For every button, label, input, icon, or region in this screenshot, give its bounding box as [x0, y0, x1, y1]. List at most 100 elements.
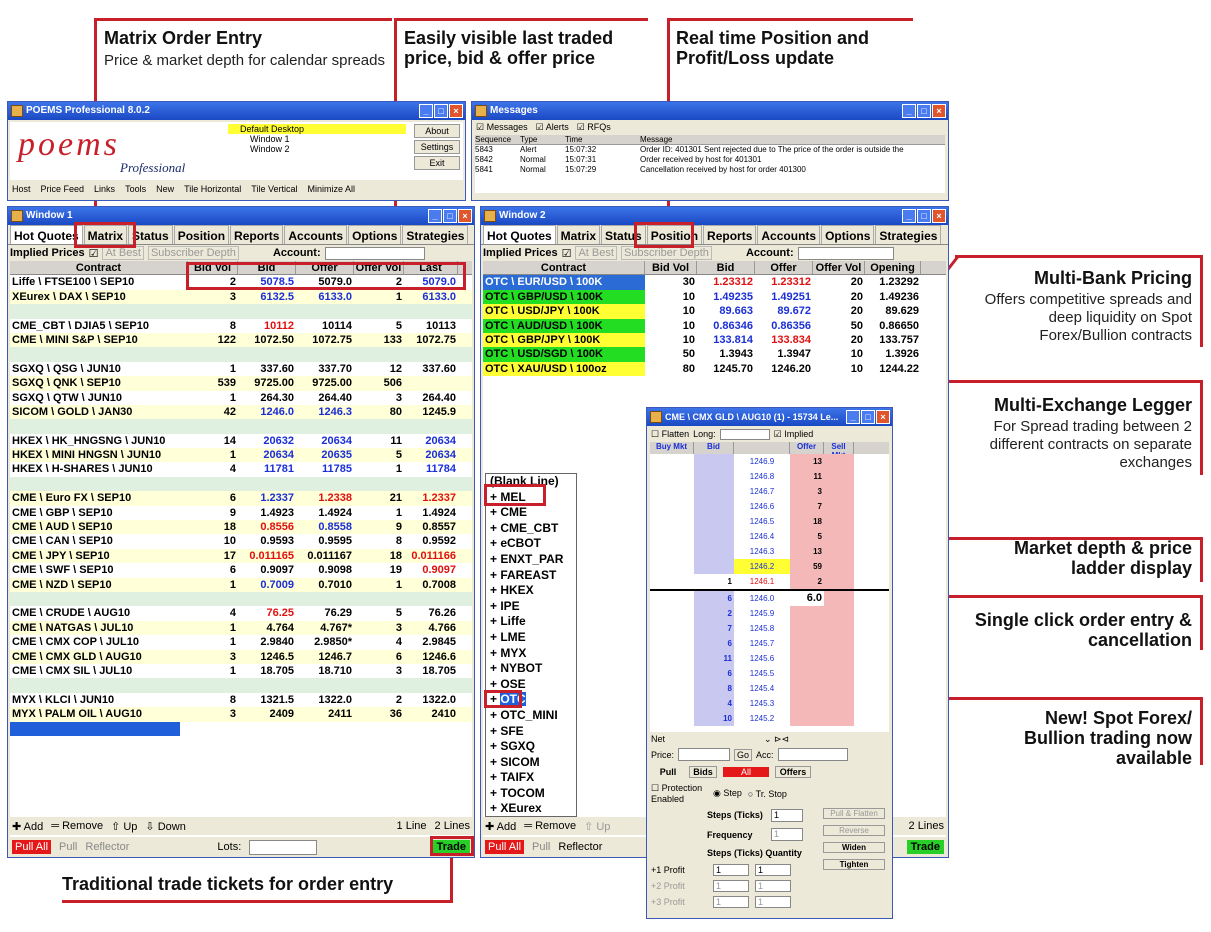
- two-lines-button[interactable]: 2 Lines: [909, 820, 944, 832]
- expand-icon[interactable]: +: [490, 599, 500, 613]
- table-row[interactable]: OTC \ EUR/USD \ 100K 30 1.23312 1.23312 20 1.…: [483, 275, 946, 290]
- offer-cell[interactable]: [790, 666, 824, 681]
- account-select[interactable]: [324, 246, 425, 260]
- up-button[interactable]: ⇧ Up: [584, 820, 610, 833]
- buy-mkt-cell[interactable]: [650, 711, 694, 726]
- profit-row[interactable]: +2 Profit 1 1: [651, 878, 791, 894]
- exchange-item-xeurex[interactable]: + XEurex: [486, 801, 576, 817]
- tab-matrix[interactable]: Matrix: [556, 225, 601, 244]
- bid-cell[interactable]: [694, 454, 734, 469]
- subscriber-depth-button[interactable]: Subscriber Depth: [620, 246, 712, 260]
- offer-cell[interactable]: 6.0: [790, 591, 824, 606]
- sell-mkt-cell[interactable]: [824, 636, 854, 651]
- expand-icon[interactable]: +: [490, 552, 500, 566]
- bid-cell[interactable]: [694, 499, 734, 514]
- table-row[interactable]: [10, 304, 472, 319]
- pull-flatten-button[interactable]: Pull & Flatten: [823, 808, 885, 819]
- bid-cell[interactable]: 6: [694, 666, 734, 681]
- table-row[interactable]: OTC \ USD/SGD \ 100K 50 1.3943 1.3947 10 1.39…: [483, 347, 946, 362]
- maximize-icon[interactable]: □: [861, 410, 875, 424]
- exchange-item-otc-mini[interactable]: + OTC_MINI: [486, 708, 576, 724]
- expand-icon[interactable]: +: [490, 536, 500, 550]
- sell-mkt-cell[interactable]: [824, 696, 854, 711]
- implied-checkbox[interactable]: ☑: [562, 247, 572, 260]
- tr-stop-radio[interactable]: ○ Tr. Stop: [748, 789, 787, 799]
- table-row[interactable]: CME \ JPY \ SEP10 17 0.011165 0.011167 18 0.0…: [10, 548, 472, 564]
- pull-all-button[interactable]: Pull All: [485, 840, 525, 854]
- maximize-icon[interactable]: □: [917, 209, 931, 223]
- sell-mkt-cell[interactable]: [824, 529, 854, 544]
- trade-button[interactable]: Trade: [906, 840, 944, 854]
- at-best-button[interactable]: At Best: [575, 246, 617, 260]
- ladder-column-header[interactable]: [734, 442, 790, 454]
- table-row[interactable]: CME \ NZD \ SEP10 1 0.7009 0.7010 1 0.7008: [10, 577, 472, 592]
- ladder-bids-button[interactable]: Bids: [689, 766, 717, 778]
- steps-ticks-input[interactable]: 1: [771, 809, 803, 822]
- exchange-item-ipe[interactable]: + IPE: [486, 599, 576, 615]
- profit-steps-input[interactable]: 1: [713, 864, 749, 876]
- profit-row[interactable]: +1 Profit 1 1: [651, 862, 791, 878]
- expand-icon[interactable]: +: [490, 724, 500, 738]
- table-row[interactable]: CME \ CMX COP \ JUL10 1 2.9840 2.9850* 4 2.98…: [10, 635, 472, 649]
- ladder-row[interactable]: 6 1245.5: [650, 666, 889, 681]
- tighten-button[interactable]: Tighten: [823, 859, 885, 870]
- maximize-icon[interactable]: □: [443, 209, 457, 223]
- expand-icon[interactable]: +: [490, 801, 500, 815]
- table-row[interactable]: [10, 476, 472, 492]
- buy-mkt-cell[interactable]: [650, 681, 694, 696]
- bid-cell[interactable]: [694, 469, 734, 484]
- lots-input[interactable]: [249, 839, 318, 855]
- bid-cell[interactable]: [694, 529, 734, 544]
- buy-mkt-cell[interactable]: [650, 591, 694, 606]
- bid-cell[interactable]: [694, 544, 734, 559]
- ladder-column-header[interactable]: Bid: [694, 442, 734, 454]
- bid-cell[interactable]: 4: [694, 696, 734, 711]
- table-row[interactable]: MYX \ KLCI \ JUN10 8 1321.5 1322.0 2 1322.0: [10, 693, 472, 707]
- reflector-button[interactable]: Reflector: [85, 841, 129, 853]
- tab-strategies[interactable]: Strategies: [402, 225, 469, 244]
- exchange-item-sgxq[interactable]: + SGXQ: [486, 739, 576, 755]
- table-row[interactable]: OTC \ GBP/JPY \ 100K 10 133.814 133.834 20 13…: [483, 332, 946, 348]
- settings-button[interactable]: Settings: [414, 140, 460, 154]
- table-row[interactable]: SICOM \ GOLD \ JAN30 42 1246.0 1246.3 80 1245…: [10, 404, 472, 420]
- tab-options[interactable]: Options: [821, 225, 875, 244]
- ladder-column-header[interactable]: Buy Mkt: [650, 442, 694, 454]
- exchange-item-hkex[interactable]: + HKEX: [486, 583, 576, 599]
- step-radio[interactable]: ◉ Step: [713, 788, 742, 799]
- tab-options[interactable]: Options: [348, 225, 402, 244]
- tab-reports[interactable]: Reports: [703, 225, 757, 244]
- acc-select[interactable]: [777, 748, 848, 761]
- message-row[interactable]: 5843 Alert 15:07:32 Order ID: 401301 Sent r…: [475, 145, 945, 155]
- protection-checkbox[interactable]: ☐ Protection Enabled: [651, 783, 707, 804]
- ladder-row[interactable]: 7 1245.8: [650, 621, 889, 636]
- table-row[interactable]: CME \ CAN \ SEP10 10 0.9593 0.9595 8 0.9592: [10, 534, 472, 548]
- messages-titlebar[interactable]: Messages _ □ ×: [472, 102, 948, 120]
- expand-icon[interactable]: +: [490, 568, 500, 582]
- exit-button[interactable]: Exit: [414, 156, 460, 170]
- account-select[interactable]: [797, 246, 894, 260]
- profit-row[interactable]: +3 Profit 1 1: [651, 894, 791, 910]
- remove-button[interactable]: ═ Remove: [51, 820, 103, 832]
- expand-icon[interactable]: +: [490, 708, 500, 722]
- toolbar-tile-vertical[interactable]: Tile Vertical: [251, 184, 297, 194]
- close-icon[interactable]: ×: [876, 410, 890, 424]
- filter-alerts[interactable]: ☑ Alerts: [536, 122, 569, 133]
- table-row[interactable]: OTC \ AUD/USD \ 100K 10 0.86346 0.86356 50 0.…: [483, 318, 946, 333]
- table-row[interactable]: CME_CBT \ DJIA5 \ SEP10 8 10112 10114 5 10113: [10, 319, 472, 333]
- buy-mkt-cell[interactable]: [650, 499, 694, 514]
- minimize-icon[interactable]: _: [902, 209, 916, 223]
- offer-cell[interactable]: 59: [790, 559, 824, 574]
- at-best-button[interactable]: At Best: [102, 246, 144, 260]
- bid-cell[interactable]: 1: [694, 574, 734, 589]
- table-row[interactable]: XEurex \ DAX \ SEP10 3 6132.5 6133.0 1 6133.0: [10, 289, 472, 305]
- long-input[interactable]: [719, 428, 770, 440]
- buy-mkt-cell[interactable]: [650, 651, 694, 666]
- bid-cell[interactable]: 2: [694, 606, 734, 621]
- sell-mkt-cell[interactable]: [824, 559, 854, 574]
- expand-icon[interactable]: +: [490, 646, 500, 660]
- ladder-row[interactable]: 1246.8 11: [650, 469, 889, 484]
- ladder-row[interactable]: 1246.9 13: [650, 454, 889, 469]
- exchange-item-sfe[interactable]: + SFE: [486, 724, 576, 740]
- msg-header-message[interactable]: Message: [640, 135, 672, 144]
- bid-cell[interactable]: 11: [694, 651, 734, 666]
